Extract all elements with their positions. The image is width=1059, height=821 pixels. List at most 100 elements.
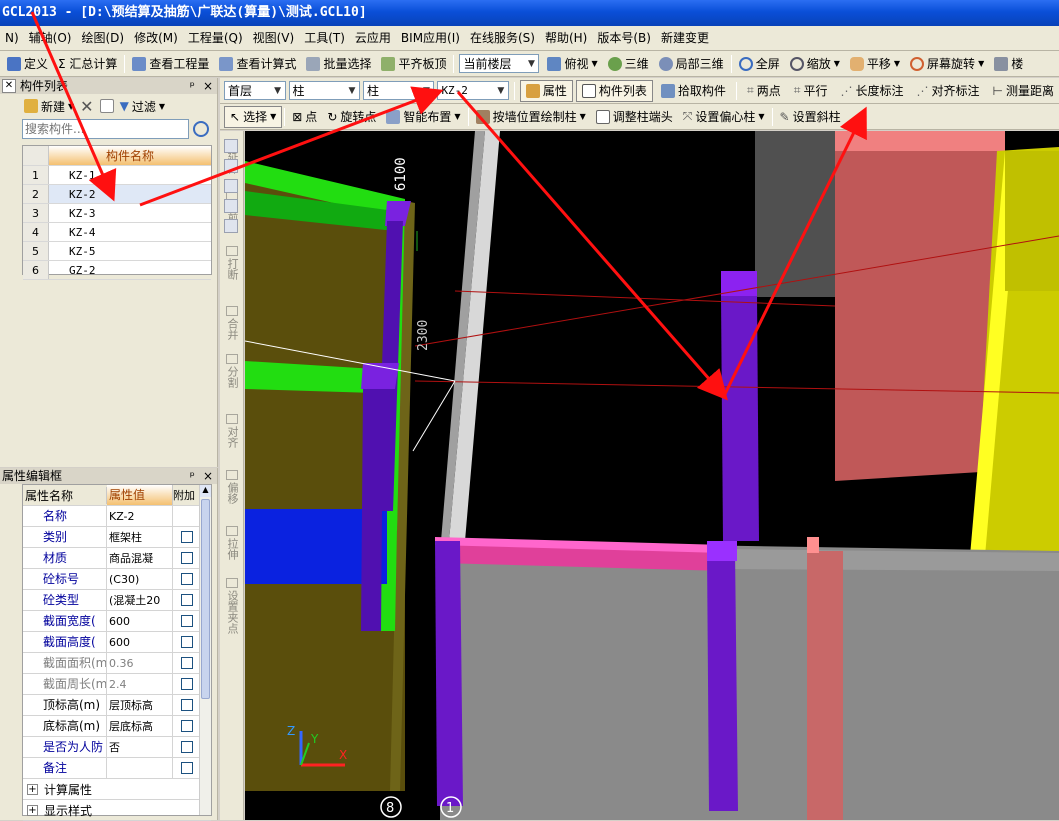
menu-item[interactable]: 帮助(H) — [540, 26, 592, 50]
property-value[interactable]: 2.4 — [107, 674, 173, 694]
local-3d-button[interactable]: 局部三维 — [654, 53, 729, 75]
property-value[interactable]: 600 — [107, 611, 173, 631]
extra-checkbox[interactable] — [181, 552, 193, 564]
view-formula-button[interactable]: 查看计算式 — [214, 53, 301, 75]
extra-checkbox[interactable] — [181, 594, 193, 606]
component-row[interactable]: 1 KZ-1 — [23, 166, 211, 185]
property-row[interactable]: 截面高度(600 — [23, 632, 211, 653]
extra-checkbox[interactable] — [181, 615, 193, 627]
menu-item[interactable]: 在线服务(S) — [465, 26, 540, 50]
screen-rotate-button[interactable]: 屏幕旋转 ▼ — [905, 53, 989, 75]
menu-item[interactable]: 辅轴(O) — [24, 26, 77, 50]
menu-item[interactable]: 绘图(D) — [76, 26, 129, 50]
side-tool-button[interactable]: 设置夹点 — [222, 578, 242, 634]
property-value[interactable]: 否 — [107, 737, 173, 757]
property-row[interactable]: 是否为人防否 — [23, 737, 211, 758]
extra-checkbox[interactable] — [181, 699, 193, 711]
component-row[interactable]: 3 KZ-3 — [23, 204, 211, 223]
property-row[interactable]: 顶标高(m) 层顶标高 — [23, 695, 211, 716]
component-row[interactable]: 5 KZ-5 — [23, 242, 211, 261]
component-row[interactable]: 6 GZ-2 — [23, 261, 211, 280]
property-row[interactable]: 备注 — [23, 758, 211, 779]
side-tool-button[interactable]: 打断 — [222, 246, 242, 280]
close-icon[interactable]: ✕ — [2, 79, 16, 93]
property-group-row[interactable]: + 显示样式 — [23, 800, 211, 821]
summary-calc-button[interactable]: Σ 汇总计算 — [53, 53, 122, 75]
property-value[interactable]: (C30) — [107, 569, 173, 589]
component-row[interactable]: 2 KZ-2 — [23, 185, 211, 204]
element-type-combo[interactable]: 柱 ▼ — [288, 81, 360, 100]
rotate-icon[interactable] — [224, 219, 238, 233]
extra-checkbox[interactable] — [181, 531, 193, 543]
parallel-button[interactable]: ⌗ 平行 — [789, 80, 833, 102]
new-component-button[interactable]: 新建 ▼ — [24, 95, 74, 117]
scroll-up-icon[interactable]: ▲ — [200, 485, 211, 497]
component-combo[interactable]: KZ-2 ▼ — [437, 81, 509, 100]
view-quantity-button[interactable]: 查看工程量 — [127, 53, 214, 75]
floor-scope-combo[interactable]: 当前楼层 ▼ — [459, 54, 540, 73]
eccentric-column-button[interactable]: ⤧ 设置偏心柱 ▼ — [678, 106, 770, 128]
property-value[interactable]: (混凝土20 — [107, 590, 173, 610]
move-icon[interactable] — [224, 199, 238, 213]
filter-button[interactable]: ▼ 过滤 ▼ — [120, 95, 165, 117]
floor-combo[interactable]: 首层 ▼ — [224, 81, 286, 100]
property-row[interactable]: 砼标号 (C30) — [23, 569, 211, 590]
search-icon[interactable] — [193, 121, 209, 137]
menu-item[interactable]: 云应用 — [350, 26, 396, 50]
close-icon[interactable]: × — [203, 468, 213, 484]
two-point-button[interactable]: ⌗ 两点 — [742, 80, 786, 102]
pin-icon[interactable]: ᵖ — [190, 468, 195, 484]
3d-view-button[interactable]: 三维 — [603, 53, 654, 75]
property-value[interactable]: 0.36 — [107, 653, 173, 673]
component-list-button[interactable]: 构件列表 — [575, 79, 653, 102]
delete-icon[interactable]: ✕ — [80, 97, 93, 116]
property-value[interactable]: 层底标高 — [107, 716, 173, 736]
extra-checkbox[interactable] — [181, 741, 193, 753]
point-button[interactable]: ⊠ 点 — [287, 106, 322, 128]
adjust-column-end-button[interactable]: 调整柱端头 — [591, 106, 678, 128]
side-tool-button[interactable]: 分割 — [222, 354, 242, 388]
align-dim-button[interactable]: ⋰ 对齐标注 — [912, 80, 985, 102]
rotate-point-button[interactable]: ↻ 旋转点 — [322, 106, 381, 128]
property-row[interactable]: 砼类型 (混凝土20 — [23, 590, 211, 611]
menu-item[interactable]: 修改(M) — [129, 26, 183, 50]
property-value[interactable]: 层顶标高 — [107, 695, 173, 715]
property-row[interactable]: 截面面积(m 0.36 — [23, 653, 211, 674]
property-row[interactable]: 截面周长(m 2.4 — [23, 674, 211, 695]
element-subtype-combo[interactable]: 柱 ▼ — [362, 81, 435, 100]
pin-icon[interactable]: ᵖ — [190, 78, 195, 94]
close-icon[interactable]: × — [203, 78, 213, 94]
hand-icon[interactable] — [224, 159, 238, 173]
extra-checkbox[interactable] — [181, 573, 193, 585]
side-tool-button[interactable]: 偏移 — [222, 470, 242, 504]
property-row[interactable]: 底标高(m) 层底标高 — [23, 716, 211, 737]
pick-component-button[interactable]: 拾取构件 — [656, 80, 731, 102]
menu-item[interactable]: 工具(T) — [299, 26, 350, 50]
pen-icon[interactable] — [224, 139, 238, 153]
slanted-column-button[interactable]: ✎ 设置斜柱 — [775, 106, 846, 128]
property-group-row[interactable]: + 计算属性 — [23, 779, 211, 800]
define-button[interactable]: 定义 — [2, 53, 53, 75]
property-scrollbar[interactable]: ▲ — [199, 485, 211, 815]
fullscreen-button[interactable]: 全屏 — [734, 53, 785, 75]
extra-checkbox[interactable] — [181, 678, 193, 690]
menu-item[interactable]: 工程量(Q) — [183, 26, 248, 50]
select-button[interactable]: ↖ 选择 ▼ — [224, 105, 283, 128]
property-value[interactable]: 商品混凝 — [107, 548, 173, 568]
side-tool-button[interactable]: 拉伸 — [222, 526, 242, 560]
property-row[interactable]: 类别 框架柱 — [23, 527, 211, 548]
property-row[interactable]: 材质 商品混凝 — [23, 548, 211, 569]
batch-select-button[interactable]: 批量选择 — [301, 53, 376, 75]
draw-by-wall-button[interactable]: 按墙位置绘制柱 ▼ — [471, 106, 591, 128]
property-value[interactable]: 框架柱 — [107, 527, 173, 547]
menu-item[interactable]: 版本号(B) — [592, 26, 656, 50]
property-row[interactable]: 截面宽度(600 — [23, 611, 211, 632]
menu-item[interactable]: 视图(V) — [248, 26, 300, 50]
menu-item[interactable]: 新建变更 — [656, 26, 714, 50]
property-row[interactable]: 名称 KZ-2 — [23, 506, 211, 527]
menu-item[interactable]: N) — [0, 26, 24, 50]
smart-layout-button[interactable]: 智能布置 ▼ — [381, 106, 465, 128]
length-dim-button[interactable]: ⋰ 长度标注 — [836, 80, 909, 102]
extra-checkbox[interactable] — [181, 762, 193, 774]
property-value[interactable]: 600 — [107, 632, 173, 652]
